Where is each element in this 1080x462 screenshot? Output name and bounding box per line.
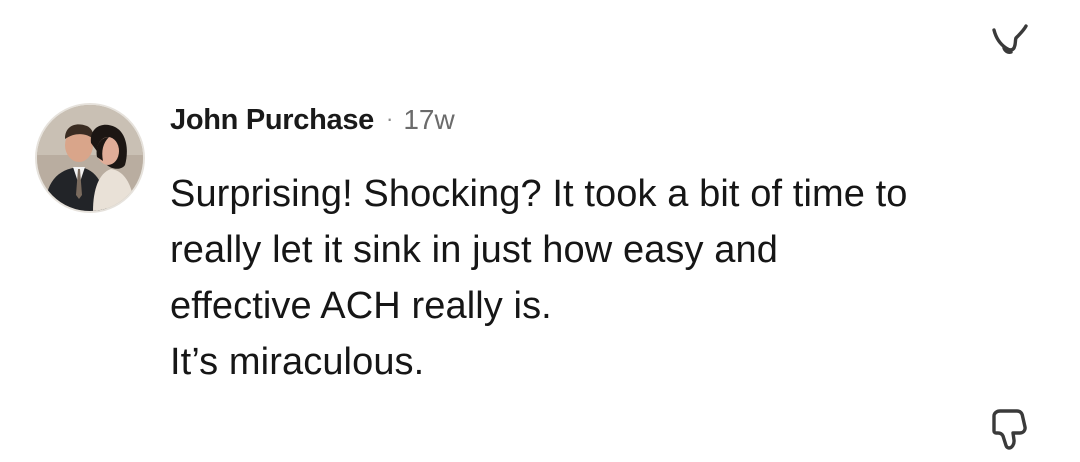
- comment: John Purchase · 17w Surprising! Shocking…: [170, 104, 1060, 390]
- comment-body: Surprising! Shocking? It took a bit of t…: [170, 166, 1060, 390]
- user-avatar: [37, 105, 143, 211]
- comment-line: It’s miraculous.: [170, 341, 425, 383]
- comment-line: really let it sink in just how easy and: [170, 229, 778, 271]
- thumbs-down-icon: [992, 409, 1027, 450]
- comment-line: Surprising! Shocking? It took a bit of t…: [170, 173, 908, 215]
- comment-meta: John Purchase · 17w: [170, 104, 1060, 148]
- comment-line: effective ACH really is.: [170, 285, 552, 327]
- meta-separator: ·: [386, 106, 394, 131]
- comment-timestamp: 17w: [403, 104, 455, 135]
- partial-thumbs-down-icon: [992, 24, 1028, 54]
- dislike-button[interactable]: [990, 408, 1030, 452]
- avatar[interactable]: [35, 103, 145, 213]
- comment-author[interactable]: John Purchase: [170, 104, 374, 137]
- thumbs-down-icon-partial[interactable]: [990, 24, 1030, 58]
